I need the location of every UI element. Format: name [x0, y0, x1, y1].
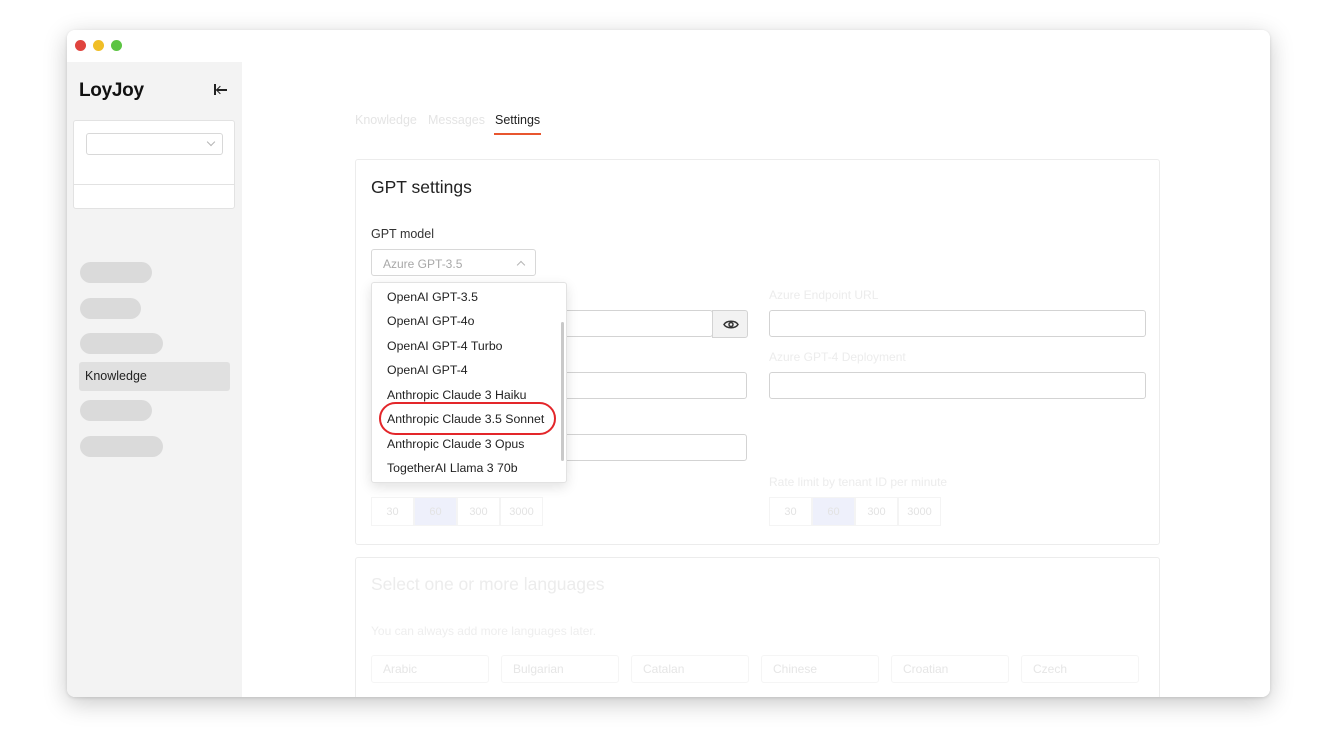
gpt-model-dropdown: OpenAI GPT-3.5 OpenAI GPT-4o OpenAI GPT-…: [371, 282, 567, 483]
secondary-field[interactable]: [546, 372, 747, 399]
tenant-card: [73, 120, 235, 209]
card-title: GPT settings: [371, 177, 472, 197]
languages-subtitle: You can always add more languages later.: [371, 624, 597, 638]
gpt-model-label: GPT model: [371, 227, 434, 241]
rate-option[interactable]: 300: [855, 497, 898, 526]
model-option[interactable]: OpenAI GPT-4: [387, 363, 468, 377]
languages-title: Select one or more languages: [371, 574, 605, 594]
language-option[interactable]: Croatian: [891, 655, 1009, 683]
language-option[interactable]: Bulgarian: [501, 655, 619, 683]
language-option[interactable]: Arabic: [371, 655, 489, 683]
language-option[interactable]: Catalan: [631, 655, 749, 683]
gpt-model-value: Azure GPT-3.5: [383, 257, 463, 271]
deployment-field[interactable]: [769, 372, 1146, 399]
rate-limit-segment-left: 30 60 300 3000: [371, 497, 543, 526]
model-option[interactable]: OpenAI GPT-4 Turbo: [387, 339, 503, 353]
model-option[interactable]: Anthropic Claude 3 Opus: [387, 437, 524, 451]
sidebar-item-placeholder[interactable]: [80, 333, 163, 354]
language-option[interactable]: Chinese: [761, 655, 879, 683]
active-tab-indicator: [494, 133, 541, 135]
rate-limit-label: Rate limit by tenant ID per minute: [769, 475, 948, 489]
sidebar-item-placeholder[interactable]: [80, 436, 163, 457]
sidebar-item-placeholder[interactable]: [80, 262, 152, 283]
gpt-model-select[interactable]: Azure GPT-3.5: [371, 249, 536, 276]
chevron-up-icon: [516, 260, 526, 270]
close-window-button[interactable]: [75, 40, 86, 51]
brand-logo: LoyJoy: [79, 80, 144, 101]
rate-limit-segment-right: 30 60 300 3000: [769, 497, 941, 526]
endpoint-url-field[interactable]: [769, 310, 1146, 337]
sidebar-item-placeholder[interactable]: [80, 298, 141, 319]
language-option[interactable]: Czech: [1021, 655, 1139, 683]
model-option[interactable]: Anthropic Claude 3 Haiku: [387, 388, 526, 402]
rate-option[interactable]: 30: [769, 497, 812, 526]
title-bar: [67, 30, 1270, 62]
sidebar-item-knowledge[interactable]: Knowledge: [79, 362, 230, 391]
endpoint-label: Azure Endpoint URL: [769, 288, 879, 302]
rate-option[interactable]: 300: [457, 497, 500, 526]
rate-option[interactable]: 30: [371, 497, 414, 526]
tab-settings[interactable]: Settings: [495, 113, 540, 127]
tab-messages[interactable]: Messages: [428, 113, 485, 127]
highlight-annotation: [379, 402, 556, 435]
dropdown-scrollbar[interactable]: [561, 322, 564, 461]
rate-option[interactable]: 3000: [500, 497, 543, 526]
app-window: LoyJoy Knowledge Knowledge Messages Sett…: [67, 30, 1270, 697]
tab-knowledge[interactable]: Knowledge: [355, 113, 417, 127]
rate-option[interactable]: 3000: [898, 497, 941, 526]
eye-icon[interactable]: [712, 310, 748, 338]
collapse-sidebar-icon[interactable]: [213, 82, 229, 98]
minimize-window-button[interactable]: [93, 40, 104, 51]
rate-option-selected[interactable]: 60: [414, 497, 457, 526]
model-option[interactable]: OpenAI GPT-4o: [387, 314, 475, 328]
rate-option-selected[interactable]: 60: [812, 497, 855, 526]
divider: [74, 184, 234, 185]
maximize-window-button[interactable]: [111, 40, 122, 51]
chevron-down-icon: [206, 137, 216, 147]
sidebar: LoyJoy Knowledge: [67, 62, 242, 697]
api-key-field[interactable]: [546, 310, 713, 337]
sidebar-item-label: Knowledge: [85, 369, 147, 383]
deployment-label: Azure GPT-4 Deployment: [769, 350, 906, 364]
model-option[interactable]: OpenAI GPT-3.5: [387, 290, 478, 304]
languages-card: Select one or more languages You can alw…: [355, 557, 1160, 697]
model-option[interactable]: TogetherAI Llama 3 70b: [387, 461, 518, 475]
tertiary-field[interactable]: [546, 434, 747, 461]
sidebar-item-placeholder[interactable]: [80, 400, 152, 421]
tenant-select[interactable]: [86, 133, 223, 155]
